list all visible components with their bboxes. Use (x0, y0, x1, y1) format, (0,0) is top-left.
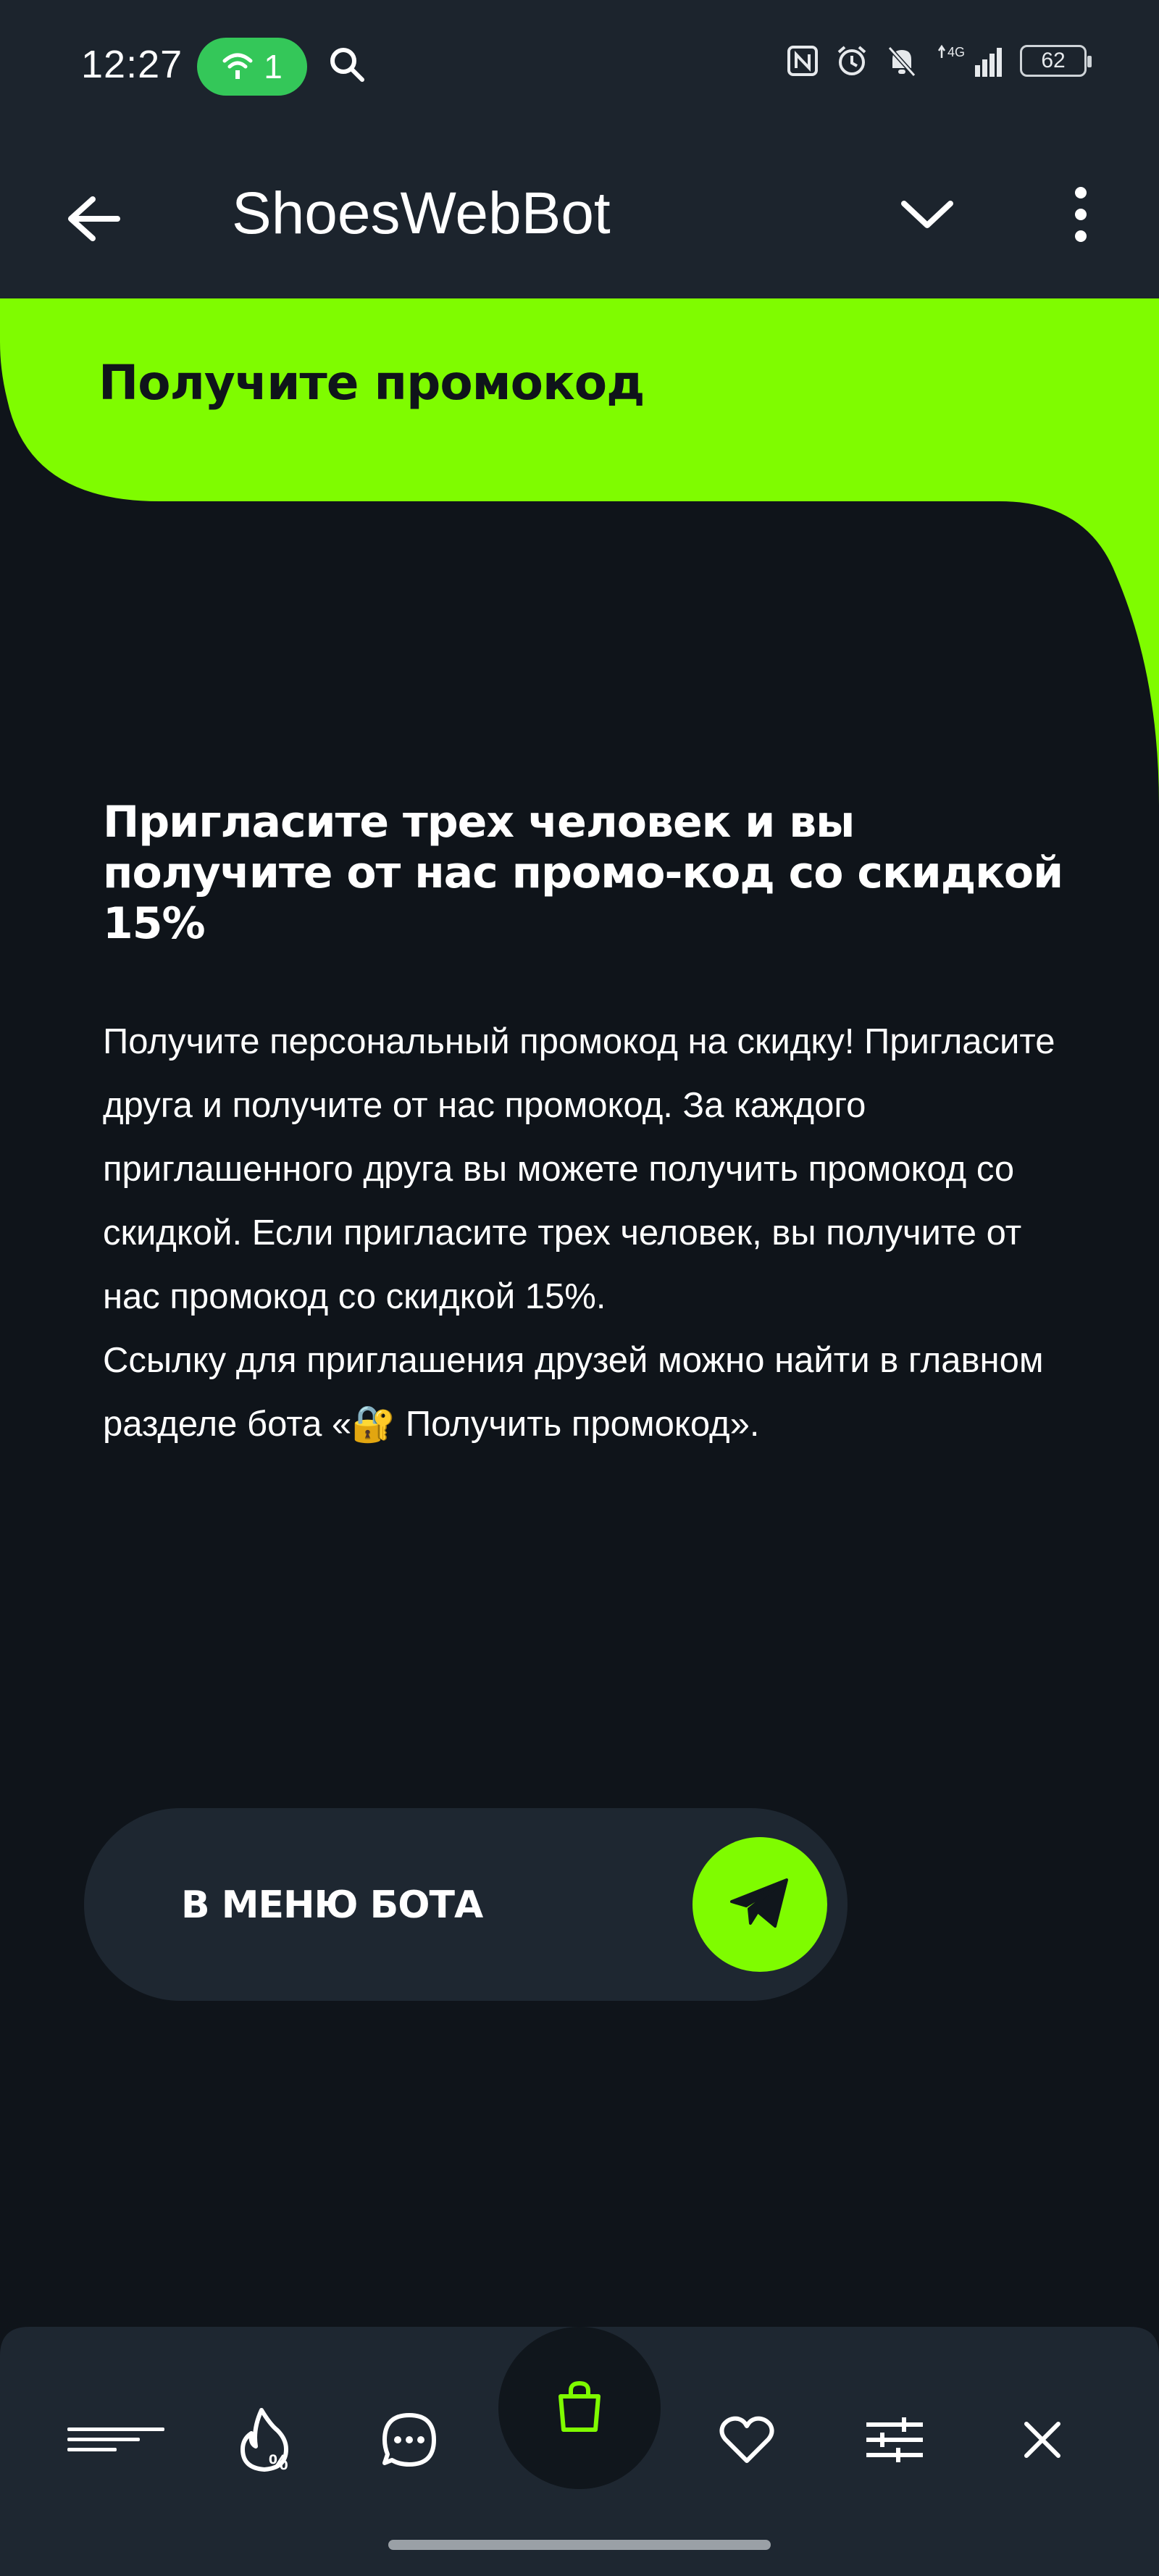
nav-close[interactable] (1003, 2398, 1082, 2485)
bottom-navigation: % (0, 2327, 1159, 2576)
hotspot-icon (222, 51, 254, 83)
more-options-button[interactable] (1052, 180, 1110, 252)
back-button[interactable] (58, 185, 127, 255)
nav-favorites[interactable] (707, 2398, 787, 2485)
chevron-down-icon (900, 198, 955, 235)
paragraph: Ссылку для приглашения друзей можно найт… (103, 1341, 1044, 1444)
hero-title: Получите промокод (99, 355, 645, 411)
close-icon (1022, 2420, 1063, 2464)
nav-chat[interactable] (369, 2398, 449, 2485)
search-icon[interactable] (327, 45, 368, 89)
fire-discount-icon: % (235, 2407, 293, 2476)
bot-menu-button[interactable]: В МЕНЮ БОТА (84, 1808, 848, 2001)
heart-icon (718, 2414, 776, 2469)
nav-discounts[interactable]: % (225, 2398, 304, 2485)
alarm-icon (834, 43, 869, 78)
nav-menu[interactable] (65, 2405, 167, 2477)
hotspot-badge[interactable]: 1 (197, 38, 307, 96)
home-indicator[interactable] (388, 2540, 771, 2550)
app-title: ShoesWebBot (232, 180, 611, 246)
chat-icon (380, 2411, 438, 2472)
nav-filters[interactable] (855, 2398, 934, 2485)
battery-icon: 62 (1020, 45, 1092, 77)
telegram-send-icon (729, 1875, 791, 1934)
nav-cart[interactable] (498, 2327, 661, 2489)
body-text: Получите персональный промокод на скидку… (103, 1010, 1088, 1456)
status-icons: 4G 62 (787, 43, 1092, 78)
more-vertical-icon (1072, 185, 1089, 247)
mute-icon (885, 43, 919, 78)
svg-text:%: % (269, 2451, 288, 2472)
send-button[interactable] (693, 1837, 827, 1972)
hotspot-count: 1 (264, 48, 283, 85)
nfc-icon (787, 45, 819, 77)
status-time: 12:27 (81, 43, 183, 86)
bot-menu-button-label: В МЕНЮ БОТА (181, 1883, 483, 1927)
signal-icon: 4G (934, 43, 1004, 78)
network-type: 4G (947, 45, 965, 59)
section-heading: Пригласите трех человек и вы получите от… (103, 797, 1063, 949)
shopping-bag-icon (556, 2380, 603, 2436)
paragraph: Получите персональный промокод на скидку… (103, 1022, 1055, 1316)
menu-lines-icon (67, 2423, 164, 2460)
filter-sliders-icon (863, 2414, 926, 2469)
battery-level: 62 (1041, 49, 1066, 72)
collapse-button[interactable] (891, 180, 963, 252)
status-bar: 12:27 1 4G 62 (0, 0, 1159, 136)
app-bar: ShoesWebBot (0, 136, 1159, 298)
back-arrow-icon (64, 193, 122, 248)
